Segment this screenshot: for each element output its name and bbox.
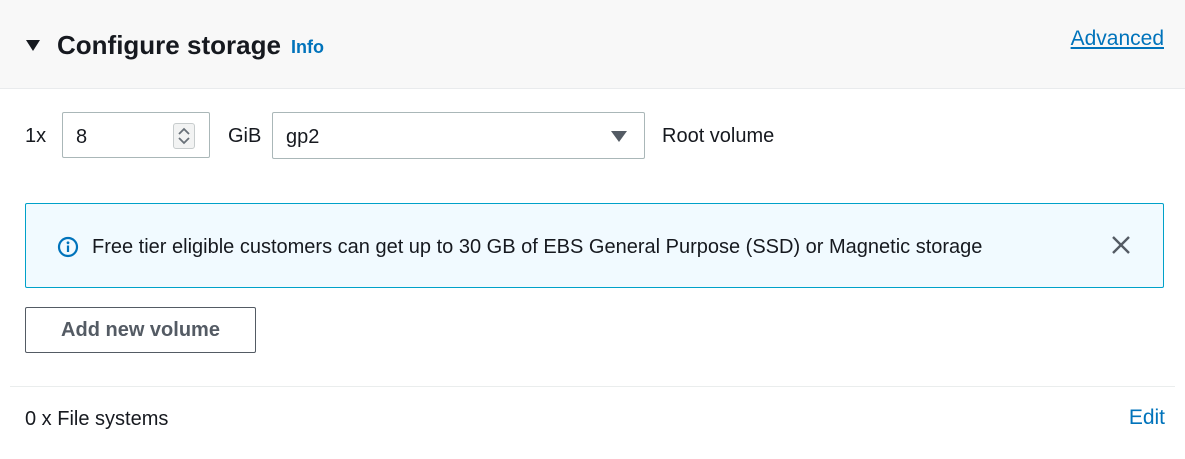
volume-count-label: 1x [25, 125, 47, 147]
info-link[interactable]: Info [291, 37, 324, 57]
section-header: Configure storage Info Advanced [0, 0, 1185, 89]
caret-down-icon [611, 131, 627, 142]
volume-type-value: gp2 [286, 126, 320, 148]
spinner-up-down-icon[interactable] [173, 123, 195, 149]
file-systems-label: 0 x File systems [25, 408, 169, 430]
caret-down-icon[interactable] [26, 40, 40, 51]
close-icon[interactable] [1110, 234, 1132, 261]
volume-unit-label: GiB [228, 125, 262, 147]
info-circle-icon [57, 236, 79, 263]
root-volume-label: Root volume [662, 125, 775, 147]
section-title: Configure storage [57, 30, 281, 60]
divider [10, 386, 1175, 387]
advanced-link[interactable]: Advanced [1071, 27, 1164, 51]
add-new-volume-button[interactable]: Add new volume [25, 307, 256, 353]
volume-size-value: 8 [76, 126, 88, 148]
alert-text: Free tier eligible customers can get up … [92, 236, 983, 258]
edit-file-systems-link[interactable]: Edit [1129, 406, 1165, 430]
free-tier-alert: Free tier eligible customers can get up … [25, 203, 1164, 288]
volume-type-select[interactable]: gp2 [272, 112, 645, 159]
volume-size-input[interactable]: 8 [62, 112, 210, 158]
